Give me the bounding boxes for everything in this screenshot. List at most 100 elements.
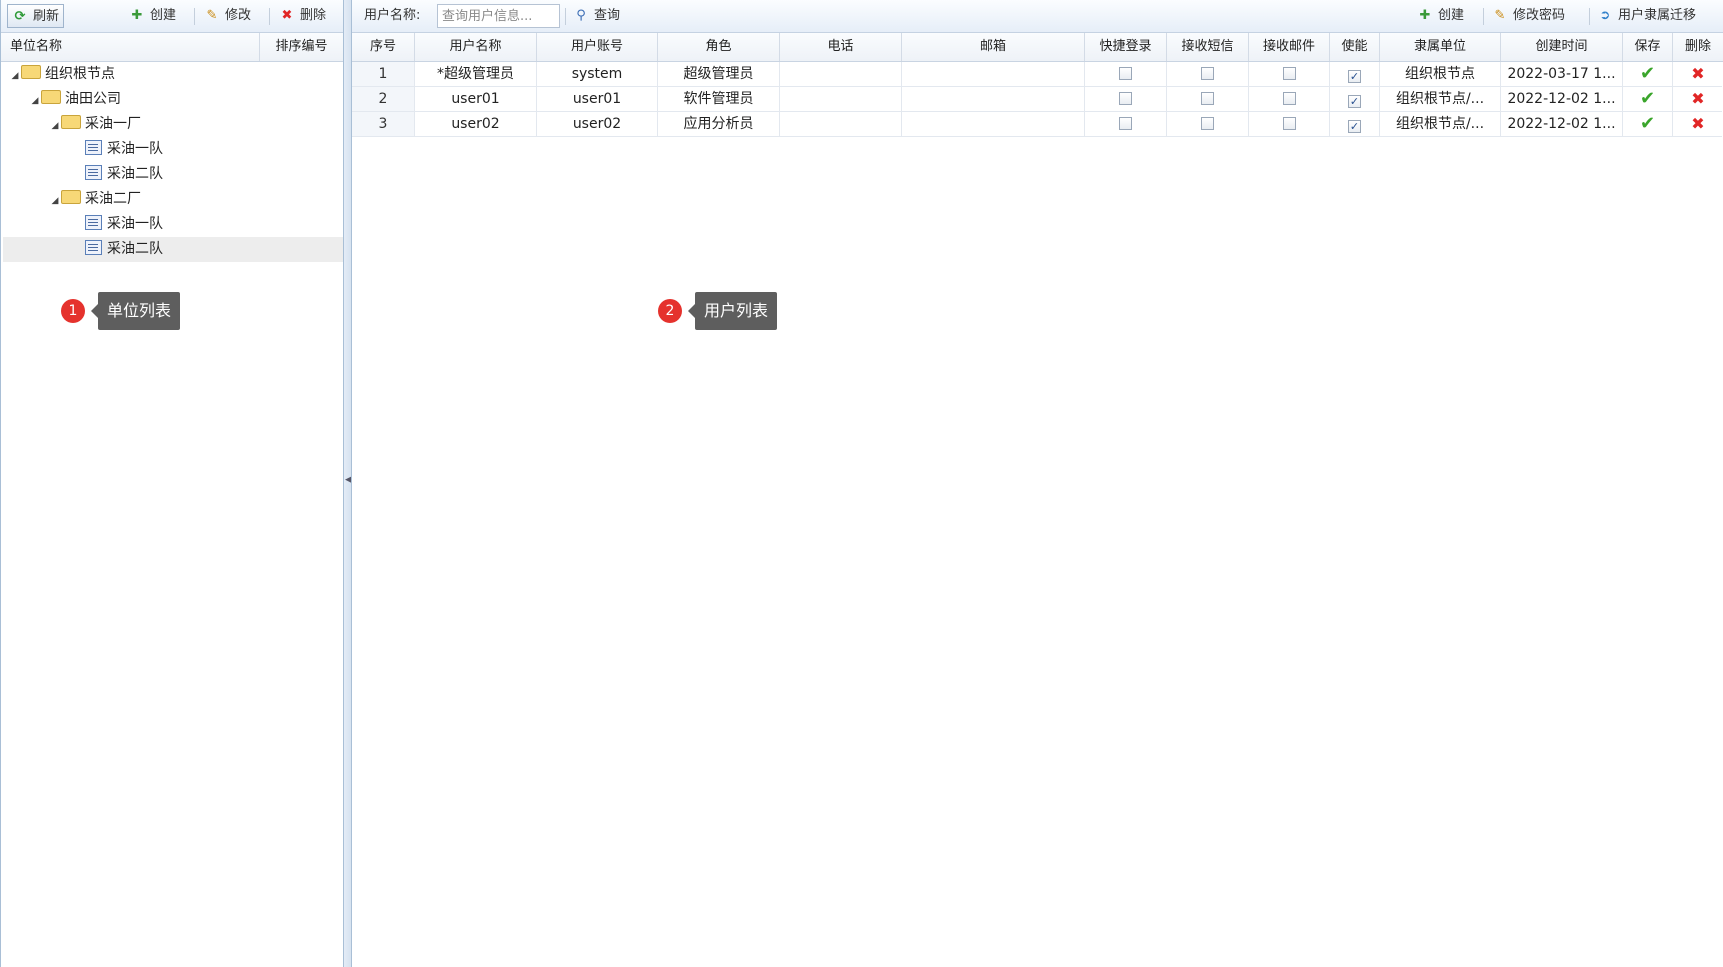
cell-account[interactable]: system bbox=[537, 62, 658, 86]
column-header-email[interactable]: 邮箱 bbox=[902, 33, 1085, 61]
cell-username[interactable]: user01 bbox=[415, 87, 537, 111]
tree-node-plant-2-team-2[interactable]: 采油二队 bbox=[3, 237, 343, 262]
collapse-triangle-icon[interactable]: ◢ bbox=[49, 189, 61, 214]
change-password-label: 修改密码 bbox=[1513, 8, 1566, 23]
create-user-button[interactable]: ✚ 创建 bbox=[1417, 5, 1464, 27]
collapse-triangle-icon[interactable]: ◢ bbox=[49, 114, 61, 139]
node-icon bbox=[85, 240, 102, 255]
cell-save: ✔ bbox=[1623, 112, 1673, 136]
cell-save: ✔ bbox=[1623, 62, 1673, 86]
cell-quick-login bbox=[1085, 62, 1167, 86]
column-header-quick-login[interactable]: 快捷登录 bbox=[1085, 33, 1167, 61]
cell-enabled: ✓ bbox=[1330, 112, 1380, 136]
quick-login-checkbox[interactable] bbox=[1119, 67, 1132, 80]
close-icon[interactable]: ✖ bbox=[1691, 64, 1704, 83]
column-header-save[interactable]: 保存 bbox=[1623, 33, 1673, 61]
mail-checkbox[interactable] bbox=[1282, 67, 1296, 80]
cell-save: ✔ bbox=[1623, 87, 1673, 111]
check-icon[interactable]: ✔ bbox=[1640, 88, 1655, 109]
column-header-enabled[interactable]: 使能 bbox=[1330, 33, 1380, 61]
check-icon[interactable]: ✔ bbox=[1640, 113, 1655, 134]
cell-role[interactable]: 应用分析员 bbox=[658, 112, 780, 136]
cell-delete: ✖ bbox=[1673, 62, 1723, 86]
mail-checkbox[interactable] bbox=[1282, 92, 1296, 105]
node-icon bbox=[85, 165, 102, 180]
close-icon[interactable]: ✖ bbox=[1691, 89, 1704, 108]
cell-delete: ✖ bbox=[1673, 112, 1723, 136]
cell-account[interactable]: user01 bbox=[537, 87, 658, 111]
column-header-mail[interactable]: 接收邮件 bbox=[1249, 33, 1330, 61]
cell-username[interactable]: *超级管理员 bbox=[415, 62, 537, 86]
tree-node-label: 油田公司 bbox=[65, 91, 121, 107]
cell-phone[interactable] bbox=[780, 87, 902, 111]
column-header-delete[interactable]: 删除 bbox=[1673, 33, 1723, 61]
close-icon[interactable]: ✖ bbox=[1691, 114, 1704, 133]
cell-unit[interactable]: 组织根节点 bbox=[1380, 62, 1501, 86]
tree-node-plant-1-team-2[interactable]: 采油二队 bbox=[3, 162, 343, 187]
quick-login-checkbox[interactable] bbox=[1119, 117, 1132, 130]
cell-role[interactable]: 超级管理员 bbox=[658, 62, 780, 86]
sms-checkbox[interactable] bbox=[1201, 67, 1214, 80]
column-header-unit-name[interactable]: 单位名称 bbox=[1, 33, 260, 61]
create-unit-button[interactable]: ✚ 创建 bbox=[129, 5, 176, 27]
refresh-icon: ⟳ bbox=[14, 9, 26, 24]
collapse-triangle-icon[interactable]: ◢ bbox=[29, 89, 41, 114]
tree-node-company[interactable]: ◢ 油田公司 bbox=[3, 87, 343, 112]
unit-grid-header: 单位名称 排序编号 bbox=[1, 33, 343, 62]
refresh-label: 刷新 bbox=[33, 9, 60, 24]
column-header-username[interactable]: 用户名称 bbox=[415, 33, 537, 61]
cell-delete: ✖ bbox=[1673, 87, 1723, 111]
user-migrate-button[interactable]: ➲ 用户隶属迁移 bbox=[1597, 5, 1696, 27]
column-header-phone[interactable]: 电话 bbox=[780, 33, 902, 61]
cell-email[interactable] bbox=[902, 112, 1085, 136]
callout-tooltip: 用户列表 bbox=[687, 292, 778, 330]
tree-node-plant-1[interactable]: ◢ 采油一厂 bbox=[3, 112, 343, 137]
column-header-role[interactable]: 角色 bbox=[658, 33, 780, 61]
tree-node-label: 组织根节点 bbox=[45, 66, 115, 82]
cell-role[interactable]: 软件管理员 bbox=[658, 87, 780, 111]
plus-icon: ✚ bbox=[131, 8, 143, 23]
cell-created: 2022-03-17 1... bbox=[1501, 62, 1623, 86]
tree-node-plant-2[interactable]: ◢ 采油二厂 bbox=[3, 187, 343, 212]
cell-unit[interactable]: 组织根节点/... bbox=[1380, 112, 1501, 136]
search-button[interactable]: ⚲ 查询 bbox=[573, 5, 620, 27]
cell-phone[interactable] bbox=[780, 112, 902, 136]
enabled-checkbox[interactable]: ✓ bbox=[1348, 95, 1361, 108]
enabled-checkbox[interactable]: ✓ bbox=[1348, 70, 1361, 83]
panel-splitter[interactable]: ◀ bbox=[344, 0, 352, 967]
cell-account[interactable]: user02 bbox=[537, 112, 658, 136]
refresh-button[interactable]: ⟳ 刷新 bbox=[7, 4, 65, 28]
table-row[interactable]: 2 user01 user01 软件管理员 ✓ 组织根节点/... 2022-1… bbox=[352, 87, 1722, 112]
close-icon: ✖ bbox=[281, 8, 293, 23]
user-search-input[interactable] bbox=[437, 4, 560, 28]
cell-phone[interactable] bbox=[780, 62, 902, 86]
delete-unit-button[interactable]: ✖ 删除 bbox=[279, 5, 326, 27]
column-header-account[interactable]: 用户账号 bbox=[537, 33, 658, 61]
cell-email[interactable] bbox=[902, 62, 1085, 86]
cell-email[interactable] bbox=[902, 87, 1085, 111]
collapse-triangle-icon[interactable]: ◢ bbox=[9, 64, 21, 89]
table-row[interactable]: 3 user02 user02 应用分析员 ✓ 组织根节点/... 2022-1… bbox=[352, 112, 1722, 137]
tree-node-root[interactable]: ◢ 组织根节点 bbox=[3, 62, 343, 87]
column-header-sms[interactable]: 接收短信 bbox=[1167, 33, 1249, 61]
column-header-unit[interactable]: 隶属单位 bbox=[1380, 33, 1501, 61]
check-icon[interactable]: ✔ bbox=[1640, 63, 1655, 84]
cell-quick-login bbox=[1085, 112, 1167, 136]
sms-checkbox[interactable] bbox=[1201, 117, 1214, 130]
column-header-created[interactable]: 创建时间 bbox=[1501, 33, 1623, 61]
edit-unit-button[interactable]: ✎ 修改 bbox=[204, 5, 251, 27]
table-row[interactable]: 1 *超级管理员 system 超级管理员 ✓ 组织根节点 2022-03-17… bbox=[352, 62, 1722, 87]
search-label: 用户名称: bbox=[364, 8, 421, 23]
column-header-seq[interactable]: 序号 bbox=[352, 33, 415, 61]
cell-username[interactable]: user02 bbox=[415, 112, 537, 136]
tree-node-plant-2-team-1[interactable]: 采油一队 bbox=[3, 212, 343, 237]
enabled-checkbox[interactable]: ✓ bbox=[1348, 120, 1361, 133]
cell-seq: 3 bbox=[352, 112, 415, 136]
column-header-order[interactable]: 排序编号 bbox=[260, 33, 343, 61]
sms-checkbox[interactable] bbox=[1201, 92, 1214, 105]
mail-checkbox[interactable] bbox=[1282, 117, 1296, 130]
tree-node-plant-1-team-1[interactable]: 采油一队 bbox=[3, 137, 343, 162]
change-password-button[interactable]: ✎ 修改密码 bbox=[1492, 5, 1565, 27]
cell-unit[interactable]: 组织根节点/... bbox=[1380, 87, 1501, 111]
quick-login-checkbox[interactable] bbox=[1119, 92, 1132, 105]
